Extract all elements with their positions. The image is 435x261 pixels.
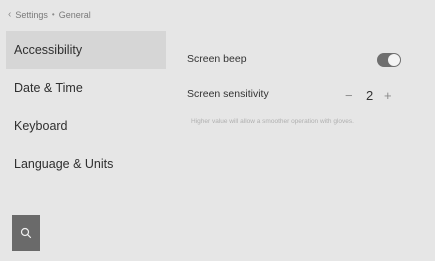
screen-beep-toggle[interactable] <box>377 53 401 67</box>
sidebar: Accessibility Date & Time Keyboard Langu… <box>6 31 166 183</box>
breadcrumb-settings[interactable]: Settings <box>15 10 48 20</box>
sidebar-item-accessibility[interactable]: Accessibility <box>6 31 166 69</box>
sensitivity-decrease-button[interactable]: − <box>345 89 353 102</box>
search-icon <box>20 227 32 239</box>
breadcrumb-general: General <box>58 9 91 20</box>
sidebar-item-label: Keyboard <box>14 119 68 133</box>
sidebar-item-label: Date & Time <box>14 81 83 95</box>
sensitivity-value: 2 <box>366 88 374 103</box>
breadcrumb: ‹ Settings • General <box>8 9 91 20</box>
sidebar-item-label: Language & Units <box>14 157 114 171</box>
sensitivity-hint: Higher value will allow a smoother opera… <box>191 118 354 125</box>
screen-sensitivity-label: Screen sensitivity <box>187 88 269 100</box>
sensitivity-increase-button[interactable]: + <box>384 89 392 102</box>
sidebar-item-date-time[interactable]: Date & Time <box>6 69 166 107</box>
sidebar-item-language-units[interactable]: Language & Units <box>6 145 166 183</box>
breadcrumb-separator: • <box>51 10 55 19</box>
sidebar-item-label: Accessibility <box>14 43 83 57</box>
toggle-knob <box>388 54 400 66</box>
sidebar-item-keyboard[interactable]: Keyboard <box>6 107 166 145</box>
screen-beep-label: Screen beep <box>187 53 247 65</box>
chevron-left-icon[interactable]: ‹ <box>8 9 11 20</box>
search-button[interactable] <box>12 215 40 251</box>
